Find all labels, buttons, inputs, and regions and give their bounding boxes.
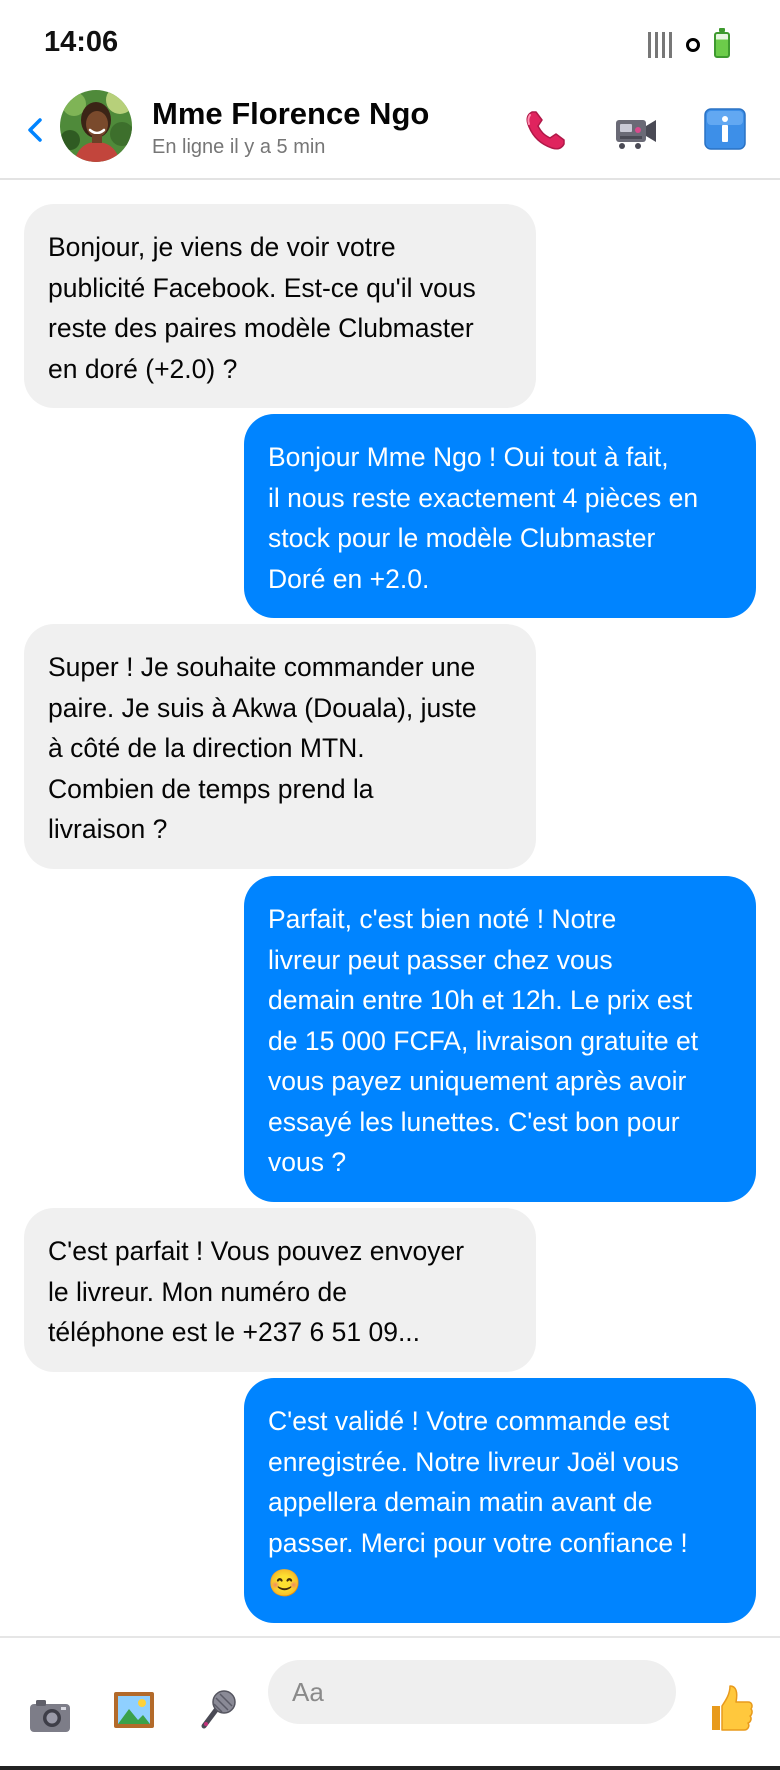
incoming-message-bubble[interactable]: C'est parfait ! Vous pouvez envoyer le l…: [24, 1208, 536, 1372]
message-input[interactable]: [268, 1660, 676, 1724]
phone-icon[interactable]: [522, 106, 570, 154]
battery-icon: [714, 28, 730, 58]
contact-name[interactable]: Mme Florence Ngo: [152, 96, 429, 132]
camera-icon[interactable]: [28, 1694, 72, 1738]
message-composer: [0, 1636, 780, 1770]
status-bar: 14:06: [0, 0, 780, 88]
outgoing-message-bubble[interactable]: Parfait, c'est bien noté ! Notre livreur…: [244, 876, 756, 1202]
conversation-header: Mme Florence Ngo En ligne il y a 5 min: [0, 88, 780, 180]
microphone-icon[interactable]: [196, 1688, 240, 1732]
video-camera-icon[interactable]: [612, 106, 660, 154]
presence-status: En ligne il y a 5 min: [152, 136, 326, 158]
status-time: 14:06: [44, 26, 119, 58]
info-icon[interactable]: [704, 108, 746, 150]
bottom-edge: [0, 1766, 780, 1770]
image-icon[interactable]: [112, 1688, 156, 1732]
signal-icon: [648, 32, 672, 58]
avatar[interactable]: [60, 90, 132, 162]
incoming-message-bubble[interactable]: Super ! Je souhaite commander une paire.…: [24, 624, 536, 869]
chevron-left-icon[interactable]: [22, 110, 48, 150]
incoming-message-bubble[interactable]: Bonjour, je viens de voir votre publicit…: [24, 204, 536, 408]
outgoing-message-bubble[interactable]: Bonjour Mme Ngo ! Oui tout à fait, il no…: [244, 414, 756, 618]
wifi-icon: [686, 38, 700, 52]
status-icons: [648, 28, 730, 62]
outgoing-message-bubble[interactable]: C'est validé ! Votre commande est enregi…: [244, 1378, 756, 1623]
thumbs-up-icon[interactable]: [706, 1682, 754, 1734]
